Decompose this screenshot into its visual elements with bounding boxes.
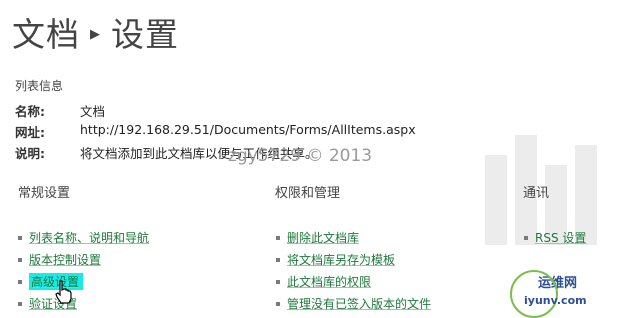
page-title: 文档 ▶ 设置 [12, 8, 179, 56]
link-list-name-description[interactable]: 列表名称、说明和导航 [18, 229, 149, 246]
bullet-icon [18, 279, 22, 284]
link-delete-library[interactable]: 删除此文档库 [276, 229, 359, 246]
breadcrumb-separator-icon: ▶ [90, 26, 101, 42]
link-label[interactable]: 删除此文档库 [287, 229, 359, 246]
link-label[interactable]: 此文档库的权限 [287, 273, 371, 290]
bullet-icon [524, 235, 528, 240]
bullet-icon [18, 235, 22, 240]
link-label[interactable]: RSS 设置 [535, 229, 586, 246]
link-label[interactable]: 版本控制设置 [29, 251, 101, 268]
info-key: 说明: [15, 146, 45, 161]
permissions-heading: 权限和管理 [275, 186, 341, 201]
link-label[interactable]: 列表名称、说明和导航 [29, 229, 149, 246]
link-save-as-template[interactable]: 将文档库另存为模板 [276, 251, 395, 268]
bullet-icon [276, 235, 280, 240]
link-manage-unchecked-files[interactable]: 管理没有已签入版本的文件 [276, 295, 431, 312]
logo-en-text: iyunv.com [524, 294, 587, 307]
hand-cursor-icon [55, 280, 72, 304]
info-value: 文档 [80, 104, 106, 119]
link-versioning-settings[interactable]: 版本控制设置 [18, 251, 101, 268]
communications-heading: 通讯 [523, 186, 550, 201]
watermark-text: zgy5729 © 2013 [228, 146, 373, 166]
link-label[interactable]: 将文档库另存为模板 [287, 251, 395, 268]
breadcrumb-current: 设置 [111, 15, 179, 54]
link-rss-settings[interactable]: RSS 设置 [524, 229, 586, 246]
breadcrumb-parent[interactable]: 文档 [12, 8, 80, 56]
link-advanced-settings[interactable]: 高级设置 [18, 273, 84, 290]
info-key: 网址: [15, 125, 45, 140]
bullet-icon [276, 257, 280, 262]
site-logo: 运维网 iyunv.com [510, 270, 587, 318]
info-row-name: 名称: 文档 [15, 101, 105, 120]
link-library-permissions[interactable]: 此文档库的权限 [276, 273, 371, 290]
bullet-icon [18, 257, 22, 262]
info-key: 名称: [15, 104, 45, 119]
bullet-icon [276, 301, 280, 306]
link-label[interactable]: 管理没有已签入版本的文件 [287, 295, 431, 312]
list-info-heading: 列表信息 [15, 79, 64, 93]
bullet-icon [276, 279, 280, 284]
general-settings-heading: 常规设置 [18, 186, 71, 201]
info-row-url: 网址: http://192.168.29.51/Documents/Forms… [15, 122, 416, 141]
bullet-icon [18, 301, 22, 306]
info-value: http://192.168.29.51/Documents/Forms/All… [80, 122, 416, 137]
